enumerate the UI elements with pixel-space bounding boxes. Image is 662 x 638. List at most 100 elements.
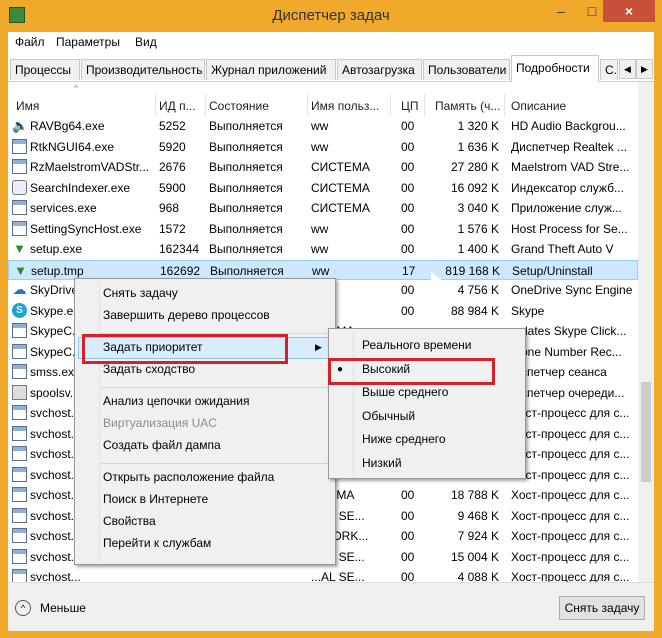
process-memory: 1 400 K: [457, 242, 499, 256]
column-header-name[interactable]: Имя: [16, 99, 39, 113]
table-row[interactable]: 🔈 RAVBg64.exe 5252 Выполняется ww 00 1 320 K HD…: [8, 116, 638, 136]
vertical-scrollbar[interactable]: [638, 82, 654, 597]
priority-menu-item[interactable]: Выше среднего: [362, 385, 448, 399]
process-icon: [12, 507, 27, 523]
column-header-memory[interactable]: Память (ч...: [435, 99, 500, 113]
column-divider[interactable]: [205, 94, 206, 116]
minimize-button[interactable]: –: [546, 0, 576, 22]
column-header-pid[interactable]: ИД п...: [159, 99, 196, 113]
process-cpu: 00: [401, 529, 415, 543]
menu-bar: Файл Параметры Вид: [8, 32, 654, 53]
column-divider[interactable]: [307, 94, 308, 116]
context-menu-item[interactable]: Задать сходство: [103, 362, 195, 376]
priority-submenu: Реального времени ● Высокий Выше среднего Об…: [328, 328, 526, 479]
process-description: ...спетчер очереди...: [511, 385, 625, 400]
column-header-cpu[interactable]: ЦП: [401, 99, 419, 113]
table-row[interactable]: services.exe 968 Выполняется СИСТЕМА 00 3 040…: [8, 198, 638, 218]
menu-view[interactable]: Вид: [135, 35, 157, 49]
process-cpu: 00: [401, 549, 415, 564]
process-status: Выполняется: [209, 119, 283, 133]
process-memory: 27 280 K: [450, 160, 499, 174]
column-header-status[interactable]: Состояние: [209, 99, 269, 113]
context-menu-item[interactable]: Открыть расположение файла: [103, 470, 274, 484]
tab-startup[interactable]: Автозагрузка: [337, 59, 422, 80]
menu-options[interactable]: Параметры: [56, 35, 120, 49]
process-icon: [12, 364, 27, 379]
context-menu-item[interactable]: Снять задачу: [103, 286, 178, 300]
setup-icon: ▼: [13, 241, 26, 256]
tab-details[interactable]: Подробности: [511, 55, 599, 82]
table-row[interactable]: SearchIndexer.exe 5900 Выполняется СИСТЕМА 0…: [8, 178, 638, 198]
context-menu-item[interactable]: Задать приоритет: [103, 340, 202, 354]
process-memory: 4 756 K: [457, 283, 499, 297]
priority-menu-item[interactable]: Обычный: [362, 409, 415, 423]
process-cpu: 00: [401, 488, 415, 502]
context-menu-item[interactable]: Свойства: [103, 514, 156, 528]
process-name: services.exe: [30, 201, 97, 215]
priority-menu-item[interactable]: Низкий: [362, 456, 402, 470]
close-button[interactable]: ×: [603, 0, 655, 22]
process-description: Хост-процесс для с...: [511, 447, 630, 461]
table-row[interactable]: ▼ setup.exe 162344 Выполняется ww 00 1 400 K Gr…: [8, 239, 638, 259]
process-memory: 16 092 K: [450, 180, 499, 195]
process-user: ww: [311, 119, 329, 133]
process-name: RAVBg64.exe: [30, 119, 105, 133]
scrollbar-thumb[interactable]: [641, 382, 651, 482]
process-memory: 15 004 K: [450, 549, 499, 564]
tab-processes[interactable]: Процессы: [10, 59, 80, 80]
context-menu-item[interactable]: Создать файл дампа: [103, 438, 221, 452]
process-user: ww: [312, 263, 330, 278]
tab-app-history[interactable]: Журнал приложений: [206, 59, 336, 80]
grid-header: ^ Имя ИД п... Состояние Имя польз... ЦП …: [8, 82, 638, 116]
tab-scroll-left-icon[interactable]: ◀: [619, 59, 636, 79]
process-icon: [12, 159, 27, 174]
process-icon: [12, 200, 27, 215]
context-menu-item[interactable]: Анализ цепочки ожидания: [103, 394, 249, 408]
search-indexer-icon: [12, 179, 27, 195]
process-description: Хост-процесс для с...: [511, 549, 630, 564]
process-id: 2676: [159, 160, 186, 174]
priority-menu-item[interactable]: Ниже среднего: [362, 432, 446, 446]
process-memory: 1 636 K: [457, 139, 499, 154]
process-status: Выполняется: [210, 263, 284, 278]
process-memory: 18 788 K: [450, 488, 499, 502]
tab-performance[interactable]: Производительность: [81, 59, 205, 80]
column-divider[interactable]: [424, 94, 425, 116]
priority-menu-item[interactable]: Высокий: [362, 362, 410, 376]
process-icon: [12, 138, 27, 154]
process-description: Приложение служ...: [511, 201, 622, 215]
process-cpu: 00: [401, 508, 415, 523]
process-cpu: 17: [402, 263, 416, 278]
process-status: Выполняется: [209, 221, 283, 236]
chevron-up-icon[interactable]: ^: [15, 600, 31, 616]
footer: ^ Меньше Снять задачу: [8, 582, 654, 631]
menu-file[interactable]: Файл: [15, 35, 45, 49]
process-icon: [12, 548, 27, 564]
process-cpu: 00: [401, 303, 415, 318]
context-menu-item[interactable]: Завершить дерево процессов: [103, 308, 270, 322]
radio-bullet-icon: ●: [337, 363, 344, 375]
context-menu-item[interactable]: Поиск в Интернете: [103, 492, 208, 506]
tab-services[interactable]: С...: [600, 59, 618, 80]
process-icon: [12, 220, 27, 236]
table-row[interactable]: RtkNGUI64.exe 5920 Выполняется ww 00 1 636 K Д…: [8, 137, 638, 157]
process-description: ...dates Skype Click...: [511, 324, 627, 338]
column-header-user[interactable]: Имя польз...: [311, 99, 379, 113]
fewer-details-link[interactable]: Меньше: [40, 601, 86, 615]
table-row-selected[interactable]: ▼ setup.tmp 162692 Выполняется ww 17 819 168 K…: [8, 259, 638, 280]
column-divider[interactable]: [390, 94, 391, 116]
process-icon: [12, 466, 27, 482]
tab-scroll-right-icon[interactable]: ▶: [636, 59, 653, 79]
table-row[interactable]: RzMaelstromVADStr... 2676 Выполняется СИСТЕ…: [8, 157, 638, 177]
column-header-description[interactable]: Описание: [511, 99, 566, 113]
context-menu-item[interactable]: Перейти к службам: [103, 536, 211, 550]
priority-menu-item[interactable]: Реального времени: [362, 338, 471, 352]
process-description: Диспетчер Realtek ...: [511, 139, 628, 154]
submenu-arrow-icon: ▶: [315, 342, 322, 352]
column-divider[interactable]: [155, 94, 156, 116]
column-divider[interactable]: [504, 94, 505, 116]
table-row[interactable]: SettingSyncHost.exe 1572 Выполняется ww 00 1 …: [8, 219, 638, 239]
tab-users[interactable]: Пользователи: [423, 59, 510, 80]
process-cpu: 00: [401, 221, 415, 236]
end-task-button[interactable]: Снять задачу: [559, 596, 645, 620]
